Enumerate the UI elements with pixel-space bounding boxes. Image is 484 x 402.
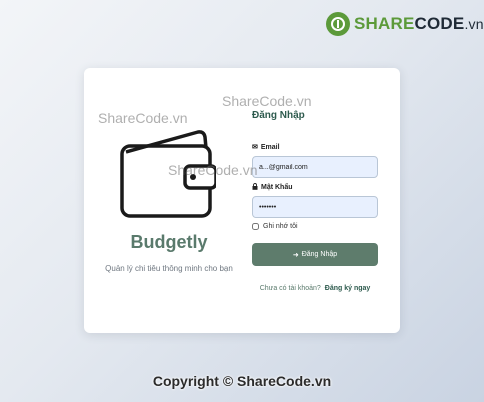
- remember-checkbox[interactable]: [252, 223, 259, 230]
- remember-me[interactable]: Ghi nhớ tôi: [252, 223, 298, 230]
- logo-code: CODE: [414, 14, 465, 33]
- sign-in-icon: ➜: [292, 251, 299, 259]
- email-field[interactable]: [252, 156, 378, 178]
- brand-tagline: Quản lý chi tiêu thông minh cho bạn: [105, 264, 233, 273]
- register-link[interactable]: Đăng ký ngay: [325, 285, 371, 292]
- register-row: Chưa có tài khoản? Đăng ký ngay: [252, 285, 378, 292]
- login-title: Đăng Nhập: [252, 110, 305, 121]
- envelope-icon: ✉: [252, 144, 258, 151]
- password-label-row: Mật Khẩu: [252, 183, 293, 192]
- email-label: Email: [260, 143, 280, 151]
- login-button[interactable]: ➜ Đăng Nhập: [252, 243, 378, 266]
- password-label: Mật Khẩu: [261, 184, 293, 191]
- watermark-text: ShareCode.vn: [168, 162, 258, 178]
- register-prompt: Chưa có tài khoản?: [259, 285, 321, 292]
- watermark-text: ShareCode.vn: [222, 93, 312, 109]
- brand-name: Budgetly: [130, 232, 208, 252]
- remember-label: Ghi nhớ tôi: [263, 223, 298, 230]
- logo-vn: .vn: [464, 16, 484, 32]
- sharecode-logo: SHARECODE.vn: [326, 12, 484, 36]
- watermark-text: ShareCode.vn: [98, 110, 188, 126]
- password-field[interactable]: [252, 196, 378, 218]
- sharecode-logo-icon: [326, 12, 350, 36]
- email-label-row: ✉ Email: [252, 143, 280, 152]
- login-button-label: Đăng Nhập: [301, 251, 338, 258]
- logo-share: SHARE: [354, 14, 415, 33]
- lock-icon: [252, 183, 258, 192]
- copyright-footer: Copyright © ShareCode.vn: [152, 373, 332, 389]
- sharecode-logo-text: SHARECODE.vn: [354, 14, 484, 34]
